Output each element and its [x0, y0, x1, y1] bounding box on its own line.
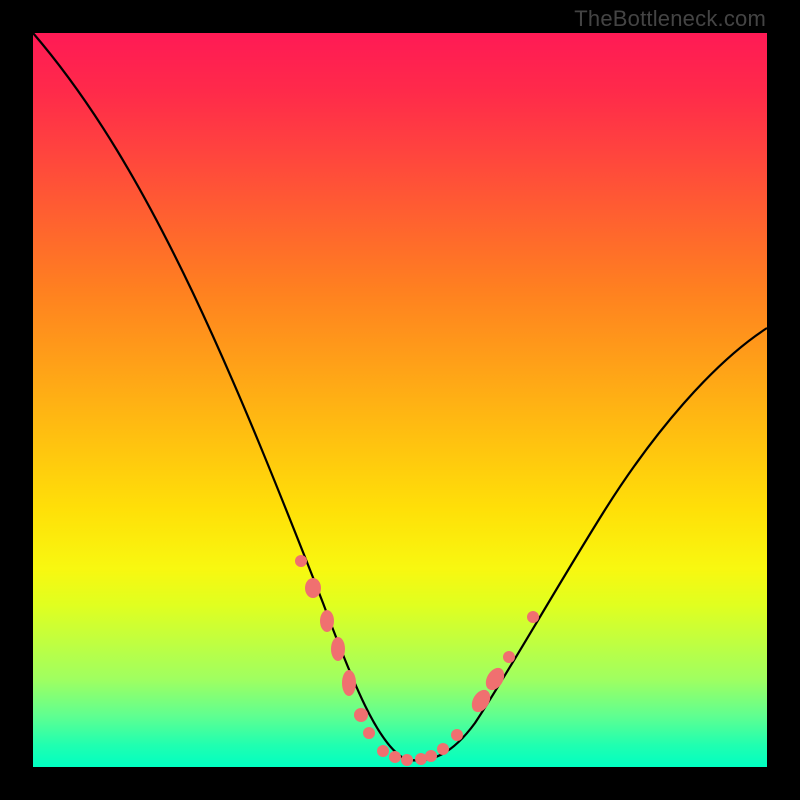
marker-dot [320, 610, 334, 632]
highlight-markers-group [295, 555, 539, 766]
watermark-text: TheBottleneck.com [574, 6, 766, 32]
marker-dot [482, 665, 508, 694]
marker-dot [527, 611, 539, 623]
marker-dot [354, 708, 368, 722]
marker-dot [331, 637, 345, 661]
marker-dot [377, 745, 389, 757]
marker-dot [503, 651, 515, 663]
marker-dot [437, 743, 449, 755]
marker-dot [401, 754, 413, 766]
marker-dot [295, 555, 307, 567]
marker-dot [305, 578, 321, 598]
marker-dot [451, 729, 463, 741]
chart-svg [33, 33, 767, 767]
marker-dot [389, 751, 401, 763]
marker-dot [363, 727, 375, 739]
marker-dot [342, 670, 356, 696]
marker-dot [425, 750, 437, 762]
bottleneck-curve [33, 33, 767, 761]
chart-container: TheBottleneck.com [0, 0, 800, 800]
